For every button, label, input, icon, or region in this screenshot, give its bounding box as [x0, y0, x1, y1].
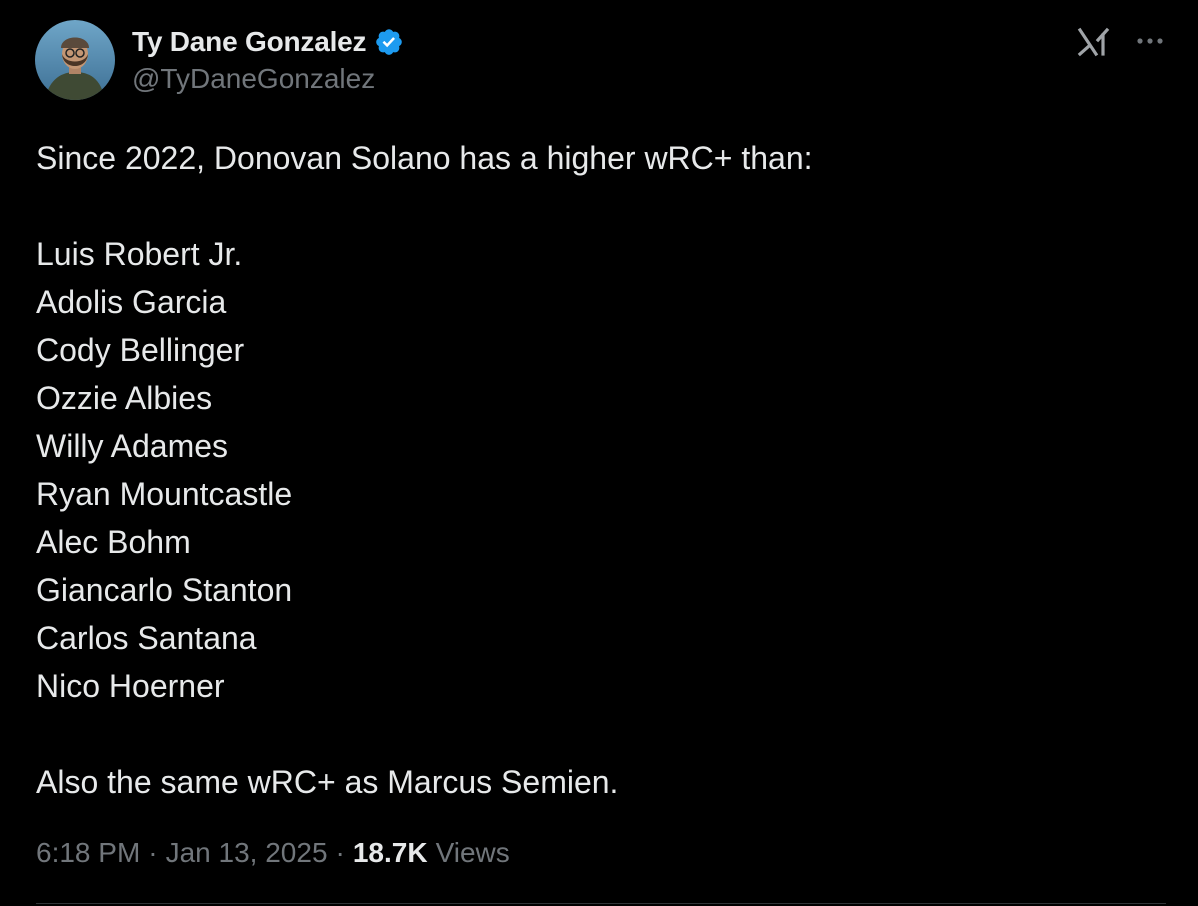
avatar-photo: [35, 20, 115, 100]
views-count[interactable]: 18.7K: [353, 837, 428, 869]
meta-separator: ·: [335, 837, 345, 868]
paragraph-break: [36, 182, 1156, 230]
player-list-item: Willy Adames: [36, 428, 229, 464]
author-name-row: Ty Dane Gonzalez: [132, 24, 404, 60]
tweet: Ty Dane Gonzalez @TyDaneGonzalez Since 2…: [0, 0, 1198, 906]
player-list-item: Nico Hoerner: [36, 668, 225, 704]
tweet-text: Since 2022, Donovan Solano has a higher …: [36, 134, 1156, 806]
player-list-item: Cody Bellinger: [36, 332, 245, 368]
grok-icon[interactable]: [1076, 24, 1112, 60]
more-horizontal-icon[interactable]: [1130, 26, 1170, 56]
tweet-time[interactable]: 6:18 PM: [36, 837, 140, 869]
player-list-item: Giancarlo Stanton: [36, 572, 293, 608]
tweet-meta: 6:18 PM · Jan 13, 2025 · 18.7K Views: [36, 833, 510, 873]
avatar[interactable]: [35, 20, 115, 100]
player-list-item: Adolis Garcia: [36, 284, 227, 320]
player-list-item: Ozzie Albies: [36, 380, 213, 416]
player-list-item: Ryan Mountcastle: [36, 476, 293, 512]
player-list-item: Carlos Santana: [36, 620, 257, 656]
tweet-outro: Also the same wRC+ as Marcus Semien.: [36, 764, 619, 800]
author-handle[interactable]: @TyDaneGonzalez: [132, 63, 375, 95]
views-label: Views: [435, 837, 510, 868]
verified-badge-icon[interactable]: [374, 27, 404, 57]
tweet-intro: Since 2022, Donovan Solano has a higher …: [36, 140, 813, 176]
player-list-item: Alec Bohm: [36, 524, 191, 560]
tweet-date[interactable]: Jan 13, 2025: [166, 837, 328, 869]
player-list-item: Luis Robert Jr.: [36, 236, 243, 272]
divider: [36, 903, 1166, 904]
author-display-name[interactable]: Ty Dane Gonzalez: [132, 26, 367, 58]
meta-separator: ·: [148, 837, 158, 868]
paragraph-break: [36, 710, 1156, 758]
